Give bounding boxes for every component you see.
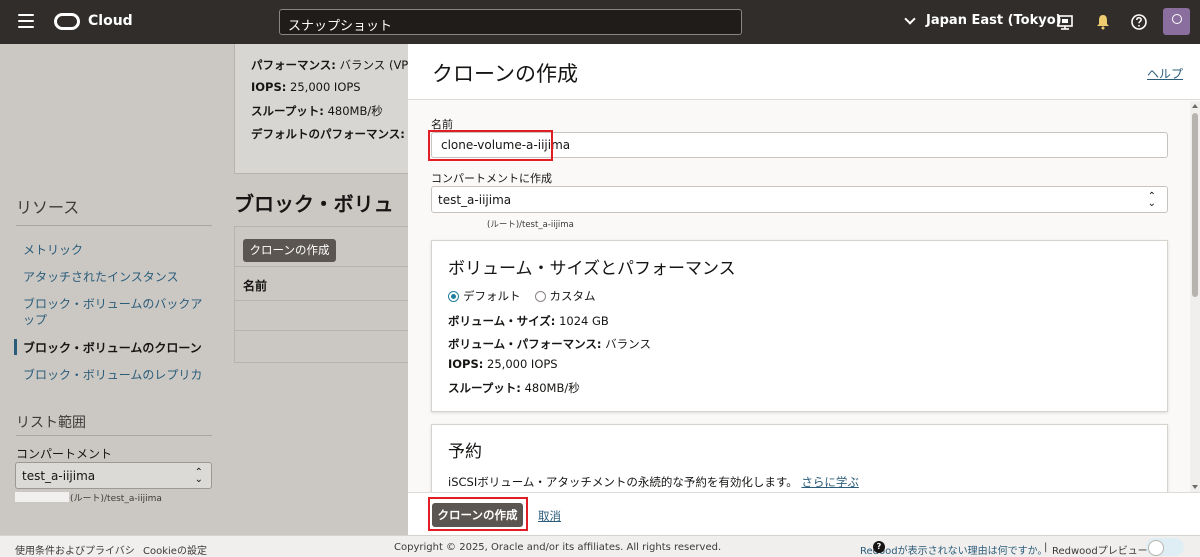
resources-heading: リソース: [16, 198, 80, 217]
resource-link-metrics[interactable]: メトリック: [23, 242, 203, 258]
default-perf-line: デフォルトのパフォーマンス: バ: [251, 127, 405, 141]
table-line: [234, 300, 408, 301]
resource-link-replicas[interactable]: ブロック・ボリュームのレプリカ: [23, 367, 203, 383]
throughput-line: スループット: 480MB/秒: [251, 104, 383, 118]
compartment-select[interactable]: test_a-iijima ⌃ ⌄: [15, 462, 212, 489]
footer-separator: |: [1044, 542, 1048, 553]
cancel-link[interactable]: 取消: [538, 508, 561, 524]
drawer-title: クローンの作成: [432, 62, 578, 86]
region-selector[interactable]: Japan East (Tokyo): [900, 12, 1062, 28]
bell-icon[interactable]: [1094, 13, 1112, 31]
chevron-down-icon: [904, 12, 916, 25]
redwood-why-link[interactable]: Red oodが表示されない理由は何ですか。: [860, 542, 1047, 557]
radio-custom[interactable]: [534, 290, 546, 302]
help-link[interactable]: ヘルプ: [1147, 65, 1183, 82]
table-header-name: 名前: [243, 279, 268, 293]
reservation-text: iSCSIボリューム・アタッチメントの永続的な予約を有効化します。 さらに学ぶ: [448, 475, 859, 489]
region-label: Japan East (Tokyo): [926, 13, 1062, 28]
search-input[interactable]: スナップショット: [279, 9, 742, 35]
compartment-value: test_a-iijima: [22, 469, 96, 483]
drawer-scrollbar[interactable]: [1190, 101, 1200, 492]
updown-chevron-icon: ⌃ ⌄: [1147, 191, 1156, 209]
compartment-label: コンパートメントに作成: [431, 172, 552, 185]
path-box: [15, 492, 69, 502]
volume-size-performance-card: ボリューム・サイズとパフォーマンス デフォルト カスタム ボリューム・サイズ: …: [431, 240, 1168, 412]
page-footer: 使用条件およびプライバシ Cookieの設定 Copyright © 2025,…: [0, 535, 1200, 557]
name-highlight: [428, 130, 553, 161]
user-icon[interactable]: [1163, 8, 1190, 35]
list-scope-heading: リスト範囲: [16, 415, 86, 431]
card-title: ボリューム・サイズとパフォーマンス: [448, 259, 736, 279]
perf-line: パフォーマンス: バランス (VPU/: [251, 58, 408, 72]
compartment-path: (ルート)/test_a-iijima: [70, 494, 162, 504]
create-clone-button-bg[interactable]: クローンの作成: [243, 239, 336, 262]
radio-default-label[interactable]: デフォルト: [463, 288, 521, 304]
volume-performance: ボリューム・パフォーマンス: バランス: [448, 337, 651, 351]
active-indicator: [14, 339, 17, 355]
card-title: 予約: [448, 442, 482, 462]
resource-link-clones[interactable]: ブロック・ボリュームのクローン: [23, 340, 203, 356]
divider: [16, 435, 212, 436]
updown-chevron-icon: ⌃ ⌄: [194, 467, 203, 485]
copyright: Copyright © 2025, Oracle and/or its affi…: [394, 542, 722, 553]
volume-details-card: パフォーマンス: バランス (VPU/ IOPS: 25,000 IOPS スル…: [234, 44, 408, 174]
console-icon[interactable]: [1056, 13, 1074, 31]
top-navigation-bar: Cloud スナップショット Japan East (Tokyo): [0, 0, 1200, 44]
menu-icon[interactable]: [18, 14, 34, 28]
compartment-label: コンパートメント: [16, 447, 113, 461]
compartment-select[interactable]: test_a-iijima ⌃ ⌄: [431, 186, 1168, 213]
reservation-card: 予約 iSCSIボリューム・アタッチメントの永続的な予約を有効化します。 さらに…: [431, 424, 1168, 496]
radio-custom-label[interactable]: カスタム: [550, 288, 596, 304]
drawer-header: クローンの作成 ヘルプ: [408, 44, 1200, 100]
performance-mode-radio-group: デフォルト カスタム: [448, 288, 596, 304]
scroll-down-icon[interactable]: [1192, 485, 1198, 489]
section-title: ブロック・ボリュ: [234, 192, 394, 216]
oracle-logo-icon[interactable]: [54, 13, 80, 30]
resource-link-backups[interactable]: ブロック・ボリュームのバックアップ: [23, 296, 203, 328]
table-line: [234, 330, 408, 331]
scroll-up-icon[interactable]: [1192, 104, 1198, 108]
compartment-value: test_a-iijima: [438, 193, 512, 207]
iops-line: IOPS: 25,000 IOPS: [251, 80, 361, 94]
help-circle-icon[interactable]: ?: [873, 541, 885, 553]
compartment-path: (ルート)/test_a-iijima: [487, 220, 574, 230]
table-line: [234, 266, 408, 267]
volume-iops: IOPS: 25,000 IOPS: [448, 357, 558, 371]
scroll-thumb[interactable]: [1192, 113, 1198, 297]
volume-size: ボリューム・サイズ: 1024 GB: [448, 314, 609, 328]
learn-more-link[interactable]: さらに学ぶ: [801, 475, 859, 489]
cookie-link[interactable]: Cookieの設定: [143, 542, 207, 557]
help-icon[interactable]: [1130, 13, 1148, 31]
redwood-preview-toggle[interactable]: [1146, 538, 1184, 556]
redwood-preview-label: Redwoodプレビュー: [1052, 546, 1148, 557]
resource-link-attached-instances[interactable]: アタッチされたインスタンス: [23, 269, 203, 285]
terms-link[interactable]: 使用条件およびプライバシ: [15, 542, 135, 557]
divider: [16, 225, 212, 226]
background-page: パフォーマンス: バランス (VPU/ IOPS: 25,000 IOPS スル…: [0, 44, 408, 535]
volume-throughput: スループット: 480MB/秒: [448, 381, 580, 395]
radio-default[interactable]: [448, 290, 459, 302]
create-button-highlight: [428, 497, 528, 531]
brand-name[interactable]: Cloud: [88, 13, 133, 29]
